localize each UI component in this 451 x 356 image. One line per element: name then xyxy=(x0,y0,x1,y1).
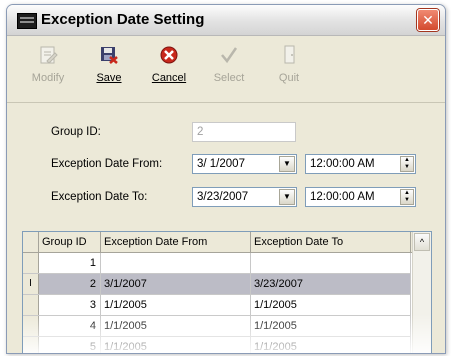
table-row[interactable]: 1 xyxy=(23,253,411,274)
checkmark-icon xyxy=(221,47,238,64)
cell-date-to: 3/23/2007 xyxy=(251,274,411,294)
exception-date-grid[interactable]: Group ID Exception Date From Exception D… xyxy=(22,231,432,353)
row-header-corner xyxy=(23,232,39,252)
modify-label: Modify xyxy=(31,72,65,84)
to-time-value: 12:00:00 AM xyxy=(310,191,375,203)
app-icon xyxy=(17,13,37,29)
title-bar[interactable]: Exception Date Setting ✕ xyxy=(7,5,445,36)
table-row[interactable]: I 2 3/1/2007 3/23/2007 xyxy=(23,274,411,295)
spin-up-icon: ▲ xyxy=(404,190,410,196)
table-row[interactable]: 4 1/1/2005 1/1/2005 xyxy=(23,316,411,337)
row-indicator[interactable] xyxy=(23,253,39,273)
cell-date-to xyxy=(251,253,411,273)
cancel-button[interactable]: Cancel xyxy=(145,44,193,84)
cell-group-id: 3 xyxy=(39,295,101,315)
window-title: Exception Date Setting xyxy=(41,11,205,28)
modify-button[interactable]: Modify xyxy=(24,44,72,84)
to-date-value: 3/23/2007 xyxy=(197,191,249,203)
grid-header: Group ID Exception Date From Exception D… xyxy=(23,232,431,253)
exception-date-window: Exception Date Setting ✕ Modify Save Can… xyxy=(6,4,446,354)
from-date-dropdown-button[interactable]: ▼ xyxy=(279,156,295,172)
cell-date-from: 3/1/2007 xyxy=(101,274,251,294)
table-row[interactable]: 5 1/1/2005 1/1/2005 xyxy=(23,337,411,353)
cell-date-from: 1/1/2005 xyxy=(101,316,251,336)
spin-up-icon: ▲ xyxy=(404,157,410,163)
quit-button[interactable]: Quit xyxy=(265,44,313,84)
chevron-up-icon: ^ xyxy=(419,237,425,247)
cell-date-to: 1/1/2005 xyxy=(251,316,411,336)
row-indicator[interactable] xyxy=(23,316,39,336)
cell-date-to: 1/1/2005 xyxy=(251,337,411,353)
quit-label: Quit xyxy=(278,72,300,84)
cancel-icon xyxy=(160,46,178,64)
save-label: Save xyxy=(96,72,122,84)
row-indicator-current[interactable]: I xyxy=(23,274,39,294)
cell-group-id: 2 xyxy=(39,274,101,294)
select-label: Select xyxy=(213,72,245,84)
exit-door-icon xyxy=(284,45,295,64)
cell-group-id: 5 xyxy=(39,337,101,353)
row-indicator[interactable] xyxy=(23,295,39,315)
column-header-date-to[interactable]: Exception Date To xyxy=(251,232,411,252)
cell-date-from: 1/1/2005 xyxy=(101,295,251,315)
save-icon xyxy=(101,47,118,64)
cell-date-from xyxy=(101,253,251,273)
from-date-value: 3/ 1/2007 xyxy=(197,158,245,170)
select-button[interactable]: Select xyxy=(205,44,253,84)
toolbar: Modify Save Cancel Select Quit xyxy=(7,36,445,103)
spin-down-icon: ▼ xyxy=(404,164,410,170)
group-id-label: Group ID: xyxy=(51,126,101,138)
modify-icon xyxy=(40,46,58,64)
group-id-field[interactable]: 2 xyxy=(192,122,296,142)
from-time-value: 12:00:00 AM xyxy=(310,158,375,170)
column-header-group-id[interactable]: Group ID xyxy=(39,232,101,252)
date-setting-form: Group ID: 2 Exception Date From: 3/ 1/20… xyxy=(34,115,430,223)
vertical-scrollbar[interactable]: ^ xyxy=(412,232,431,353)
from-time-spinner[interactable]: ▲ ▼ xyxy=(400,156,414,172)
save-button[interactable]: Save xyxy=(85,44,133,84)
cancel-label: Cancel xyxy=(151,72,187,84)
cell-group-id: 1 xyxy=(39,253,101,273)
spin-down-icon: ▼ xyxy=(404,197,410,203)
from-date-picker[interactable]: 3/ 1/2007 ▼ xyxy=(192,154,297,174)
cell-date-from: 1/1/2005 xyxy=(101,337,251,353)
dropdown-arrow-icon: ▼ xyxy=(283,159,291,168)
scroll-up-button[interactable]: ^ xyxy=(414,233,430,251)
to-time-spinner[interactable]: ▲ ▼ xyxy=(400,189,414,205)
to-date-picker[interactable]: 3/23/2007 ▼ xyxy=(192,187,297,207)
to-date-dropdown-button[interactable]: ▼ xyxy=(279,189,295,205)
dropdown-arrow-icon: ▼ xyxy=(283,192,291,201)
to-time-picker[interactable]: 12:00:00 AM ▲ ▼ xyxy=(305,187,416,207)
row-indicator[interactable] xyxy=(23,337,39,353)
from-time-picker[interactable]: 12:00:00 AM ▲ ▼ xyxy=(305,154,416,174)
cell-date-to: 1/1/2005 xyxy=(251,295,411,315)
close-button[interactable]: ✕ xyxy=(417,9,439,31)
table-row[interactable]: 3 1/1/2005 1/1/2005 xyxy=(23,295,411,316)
exception-to-label: Exception Date To: xyxy=(51,191,148,203)
column-header-date-from[interactable]: Exception Date From xyxy=(101,232,251,252)
exception-from-label: Exception Date From: xyxy=(51,158,163,170)
cell-group-id: 4 xyxy=(39,316,101,336)
